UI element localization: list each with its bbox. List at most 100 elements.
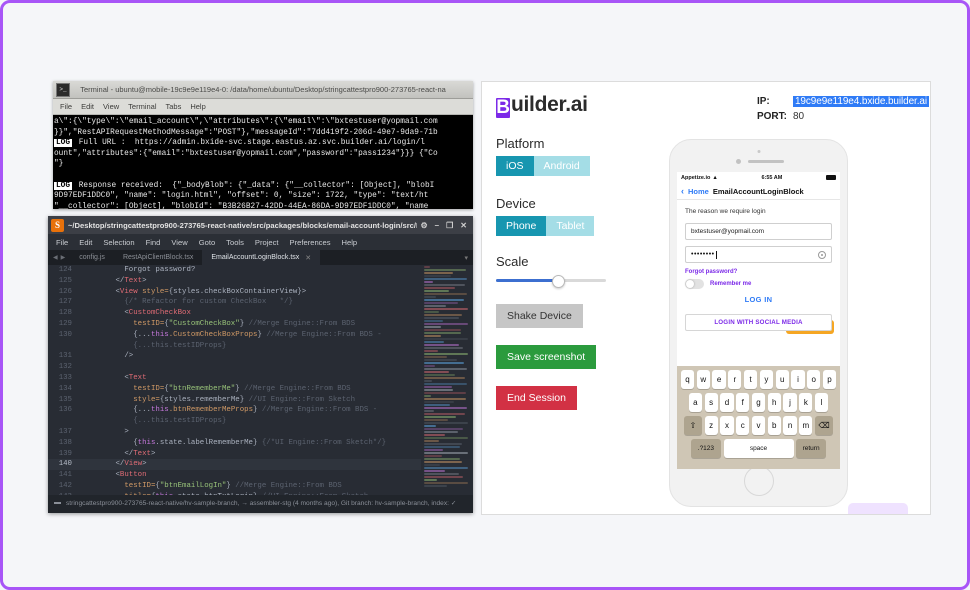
key-q[interactable]: q — [680, 370, 695, 389]
forgot-password-link[interactable]: Forgot password? — [685, 269, 832, 275]
social-login-button[interactable]: LOGIN WITH SOCIAL MEDIA — [685, 314, 832, 331]
editor-menu-help[interactable]: Help — [342, 238, 358, 247]
scale-slider-knob[interactable] — [552, 275, 565, 288]
editor-window-buttons[interactable]: ⚙ – ❐ ✕ — [421, 221, 474, 230]
key-b[interactable]: b — [767, 416, 781, 435]
scale-slider[interactable] — [496, 274, 606, 288]
onscreen-keyboard[interactable]: q w e r t y u i o p a s d f g h j k l ⇧ z x c v b n m ⌫ .?123 space re… — [677, 366, 840, 469]
editor-menu-selection[interactable]: Selection — [103, 238, 134, 247]
code-line[interactable]: 140 </View> — [48, 459, 473, 471]
code-line[interactable]: 129 testID={"CustomCheckBox"} //Merge En… — [48, 319, 473, 330]
key-t[interactable]: t — [744, 370, 758, 389]
email-field[interactable]: bxtestuser@yopmail.com — [685, 223, 832, 240]
key-delete[interactable]: ⌫ — [815, 416, 834, 435]
remember-me-toggle[interactable] — [685, 279, 704, 289]
close-icon[interactable]: ✕ — [460, 221, 467, 230]
key-x[interactable]: x — [720, 416, 734, 435]
password-field[interactable]: •••••••• — [685, 246, 832, 263]
key-k[interactable]: k — [799, 393, 813, 412]
editor-menu-view[interactable]: View — [171, 238, 187, 247]
tab-overflow-icon[interactable]: ▾ — [320, 250, 473, 265]
maximize-icon[interactable]: ❐ — [446, 221, 453, 230]
tab-scroll-arrows[interactable]: ◀ ▶ — [48, 250, 70, 265]
editor-menu-goto[interactable]: Goto — [199, 238, 215, 247]
code-line[interactable]: 128 <CustomCheckBox — [48, 308, 473, 319]
terminal-output[interactable]: a\":{\"type\":\"email_account\",\"attrib… — [53, 115, 473, 209]
device-toggle-group[interactable]: Phone Tablet — [496, 216, 595, 236]
key-z[interactable]: z — [704, 416, 718, 435]
login-button[interactable]: LOG IN — [685, 295, 832, 304]
code-line[interactable]: 132 — [48, 362, 473, 373]
device-option-tablet[interactable]: Tablet — [546, 216, 595, 236]
key-e[interactable]: e — [712, 370, 726, 389]
end-session-button[interactable]: End Session — [496, 386, 577, 410]
phone-nav-bar[interactable]: ‹ Home EmailAccountLoginBlock — [677, 183, 840, 200]
editor-menu-preferences[interactable]: Preferences — [290, 238, 331, 247]
terminal-menu-file[interactable]: File — [60, 102, 72, 111]
key-l[interactable]: l — [815, 393, 829, 412]
remember-me-row[interactable]: Remember me — [685, 279, 832, 289]
save-screenshot-button[interactable]: Save screenshot — [496, 345, 597, 369]
device-option-phone[interactable]: Phone — [496, 216, 547, 236]
device-preview-phone[interactable]: Appetize.io ▲ 6:55 AM ‹ Home EmailAccoun… — [669, 139, 848, 507]
phone-screen[interactable]: Appetize.io ▲ 6:55 AM ‹ Home EmailAccoun… — [677, 172, 840, 469]
key-r[interactable]: r — [728, 370, 742, 389]
editor-tab-bar[interactable]: ◀ ▶ config.js RestApiClientBlock.tsx EmailAc… — [48, 250, 473, 265]
key-j[interactable]: j — [783, 393, 797, 412]
editor-title-bar[interactable]: S ~/Desktop/stringcattestpro900-273765-r… — [48, 216, 473, 234]
platform-option-ios[interactable]: iOS — [496, 156, 534, 176]
terminal-menu-help[interactable]: Help — [190, 102, 205, 111]
key-return[interactable]: return — [796, 439, 827, 458]
terminal-menu-bar[interactable]: File Edit View Terminal Tabs Help — [53, 99, 473, 115]
code-line[interactable]: {...this.testIDProps} — [48, 416, 473, 427]
key-space[interactable]: space — [723, 439, 794, 458]
editor-menu-find[interactable]: Find — [146, 238, 161, 247]
key-y[interactable]: y — [759, 370, 773, 389]
code-line[interactable]: 127 {/* Refactor for custom CheckBox */} — [48, 297, 473, 308]
tab-prev-icon[interactable]: ◀ — [53, 254, 58, 261]
close-tab-icon[interactable]: ✕ — [305, 254, 311, 262]
code-area[interactable]: 124 Forgot password? 125 </Text> 126 <View… — [48, 265, 473, 495]
editor-menu-edit[interactable]: Edit — [79, 238, 92, 247]
code-line[interactable]: 133 <Text — [48, 373, 473, 384]
key-m[interactable]: m — [799, 416, 813, 435]
key-w[interactable]: w — [696, 370, 710, 389]
code-line[interactable]: 139 </Text> — [48, 449, 473, 460]
editor-menu-file[interactable]: File — [56, 238, 68, 247]
nav-back-label[interactable]: Home — [688, 187, 709, 196]
platform-toggle-group[interactable]: iOS Android — [496, 156, 590, 176]
platform-option-android[interactable]: Android — [533, 156, 590, 176]
code-line[interactable]: 135 style={styles.rememberMe} //UI Engin… — [48, 395, 473, 406]
code-line[interactable]: 130 {...this.CustomCheckBoxProps} //Merg… — [48, 330, 473, 341]
editor-menu-tools[interactable]: Tools — [226, 238, 244, 247]
ip-value[interactable]: 19c9e9e119e4.bxide.builder.ai — [792, 96, 929, 107]
code-line[interactable]: 125 </Text> — [48, 276, 473, 287]
editor-menu-bar[interactable]: File Edit Selection Find View Goto Tools Projec… — [48, 234, 473, 250]
code-line[interactable]: 138 {this.state.labelRememberMe} {/*UI E… — [48, 438, 473, 449]
code-line[interactable]: 126 <View style={styles.checkBoxContaine… — [48, 287, 473, 298]
key-p[interactable]: p — [822, 370, 837, 389]
shake-device-button[interactable]: Shake Device — [496, 304, 583, 328]
home-button[interactable] — [743, 466, 774, 496]
key-h[interactable]: h — [767, 393, 781, 412]
editor-tab[interactable]: EmailAccountLoginBlock.tsx ✕ — [202, 250, 321, 265]
terminal-window[interactable]: >_ Terminal - ubuntu@mobile-19c9e9e119e4… — [53, 81, 473, 209]
key-f[interactable]: f — [736, 393, 750, 412]
key-a[interactable]: a — [688, 393, 702, 412]
editor-minimap[interactable] — [421, 265, 473, 495]
key-u[interactable]: u — [775, 370, 789, 389]
key-numeric[interactable]: .?123 — [690, 439, 721, 458]
key-g[interactable]: g — [751, 393, 766, 412]
key-v[interactable]: v — [751, 416, 766, 435]
code-line[interactable]: 134 testID={"btnRememberMe"} //Merge Eng… — [48, 384, 473, 395]
key-i[interactable]: i — [791, 370, 805, 389]
code-editor-window[interactable]: S ~/Desktop/stringcattestpro900-273765-r… — [48, 216, 473, 513]
code-line[interactable]: 137 > — [48, 427, 473, 438]
minimize-icon[interactable]: – — [435, 221, 439, 230]
settings-icon[interactable]: ⚙ — [421, 221, 428, 230]
key-shift[interactable]: ⇧ — [683, 416, 702, 435]
terminal-menu-edit[interactable]: Edit — [81, 102, 94, 111]
key-s[interactable]: s — [704, 393, 718, 412]
code-line[interactable]: 124 Forgot password? — [48, 265, 473, 276]
bottom-accent-tab[interactable] — [848, 503, 908, 514]
